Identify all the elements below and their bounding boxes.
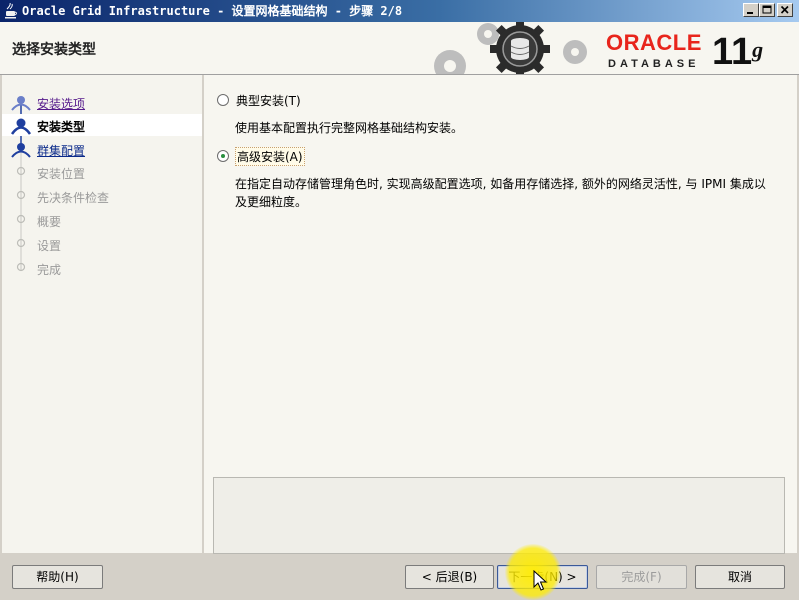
maximize-button[interactable] [759,3,775,17]
typical-install-description: 使用基本配置执行完整网格基础结构安装。 [235,121,464,135]
help-button[interactable]: 帮助(H) [12,565,103,589]
close-icon [780,5,789,14]
minimize-button[interactable] [743,3,759,17]
step-prerequisite-checks: 先决条件检查 [2,185,202,207]
database-logo-text: DATABASE [608,58,700,70]
typical-install-label[interactable]: 典型安装(T) [235,92,302,109]
java-cup-icon [5,3,17,19]
version-logo: 11g [712,32,763,72]
step-label: 先决条件检查 [37,191,110,205]
step-label: 设置 [37,239,62,253]
maximize-icon [762,5,772,14]
step-install-type[interactable]: 安装类型 [2,114,202,136]
wizard-header: 选择安装类型 ORACLE DATABASE 11g [0,22,799,75]
step-pending-icon [16,262,26,272]
step-install-options[interactable]: 安装选项 [2,91,202,113]
wizard-steps-sidebar: 安装选项 安装类型 群集配置 安装位置 先决条件检查 概要 设置 完成 [2,75,202,553]
step-install-location: 安装位置 [2,161,202,183]
step-summary: 概要 [2,209,202,231]
step-pending-icon [16,238,26,248]
step-label: 安装类型 [37,120,86,134]
advanced-install-radio[interactable] [217,150,229,162]
title-bar[interactable]: Oracle Grid Infrastructure - 设置网格基础结构 - … [0,0,799,22]
step-link-icon [11,143,31,158]
step-pending-icon [16,190,26,200]
window-title: Oracle Grid Infrastructure - 设置网格基础结构 - … [22,4,403,18]
step-done-icon [11,96,31,111]
close-button[interactable] [777,3,793,17]
step-finish: 完成 [2,257,202,279]
step-label: 安装选项 [37,97,86,111]
step-cluster-config[interactable]: 群集配置 [2,138,202,160]
advanced-install-description: 在指定自动存储管理角色时, 实现高级配置选项, 如备用存储选择, 额外的网络灵活… [235,177,766,209]
install-type-panel: 典型安装(T) 使用基本配置执行完整网格基础结构安装。 高级安装(A) 在指定自… [204,75,797,554]
advanced-install-label[interactable]: 高级安装(A) [235,147,305,166]
step-pending-icon [16,214,26,224]
page-title: 选择安装类型 [12,42,96,58]
step-label: 完成 [37,263,62,277]
typical-install-radio[interactable] [217,94,229,106]
oracle-logo-text: ORACLE [606,30,702,55]
minimize-icon [747,12,753,14]
finish-button: 完成(F) [596,565,687,589]
version-number: 11 [712,31,753,73]
step-current-icon [10,118,32,135]
gears-icon [434,22,587,74]
step-pending-icon [16,166,26,176]
wizard-button-bar: 帮助(H) < 后退(B) 下一步(N) > 完成(F) 取消 [0,554,799,599]
cancel-button[interactable]: 取消 [695,565,785,589]
step-label: 安装位置 [37,167,86,181]
step-label: 群集配置 [37,144,86,158]
version-suffix: g [752,37,764,62]
step-setup: 设置 [2,233,202,255]
back-button[interactable]: < 后退(B) [405,565,494,589]
message-area [213,477,785,554]
step-label: 概要 [37,215,62,229]
next-button[interactable]: 下一步(N) > [497,565,588,589]
